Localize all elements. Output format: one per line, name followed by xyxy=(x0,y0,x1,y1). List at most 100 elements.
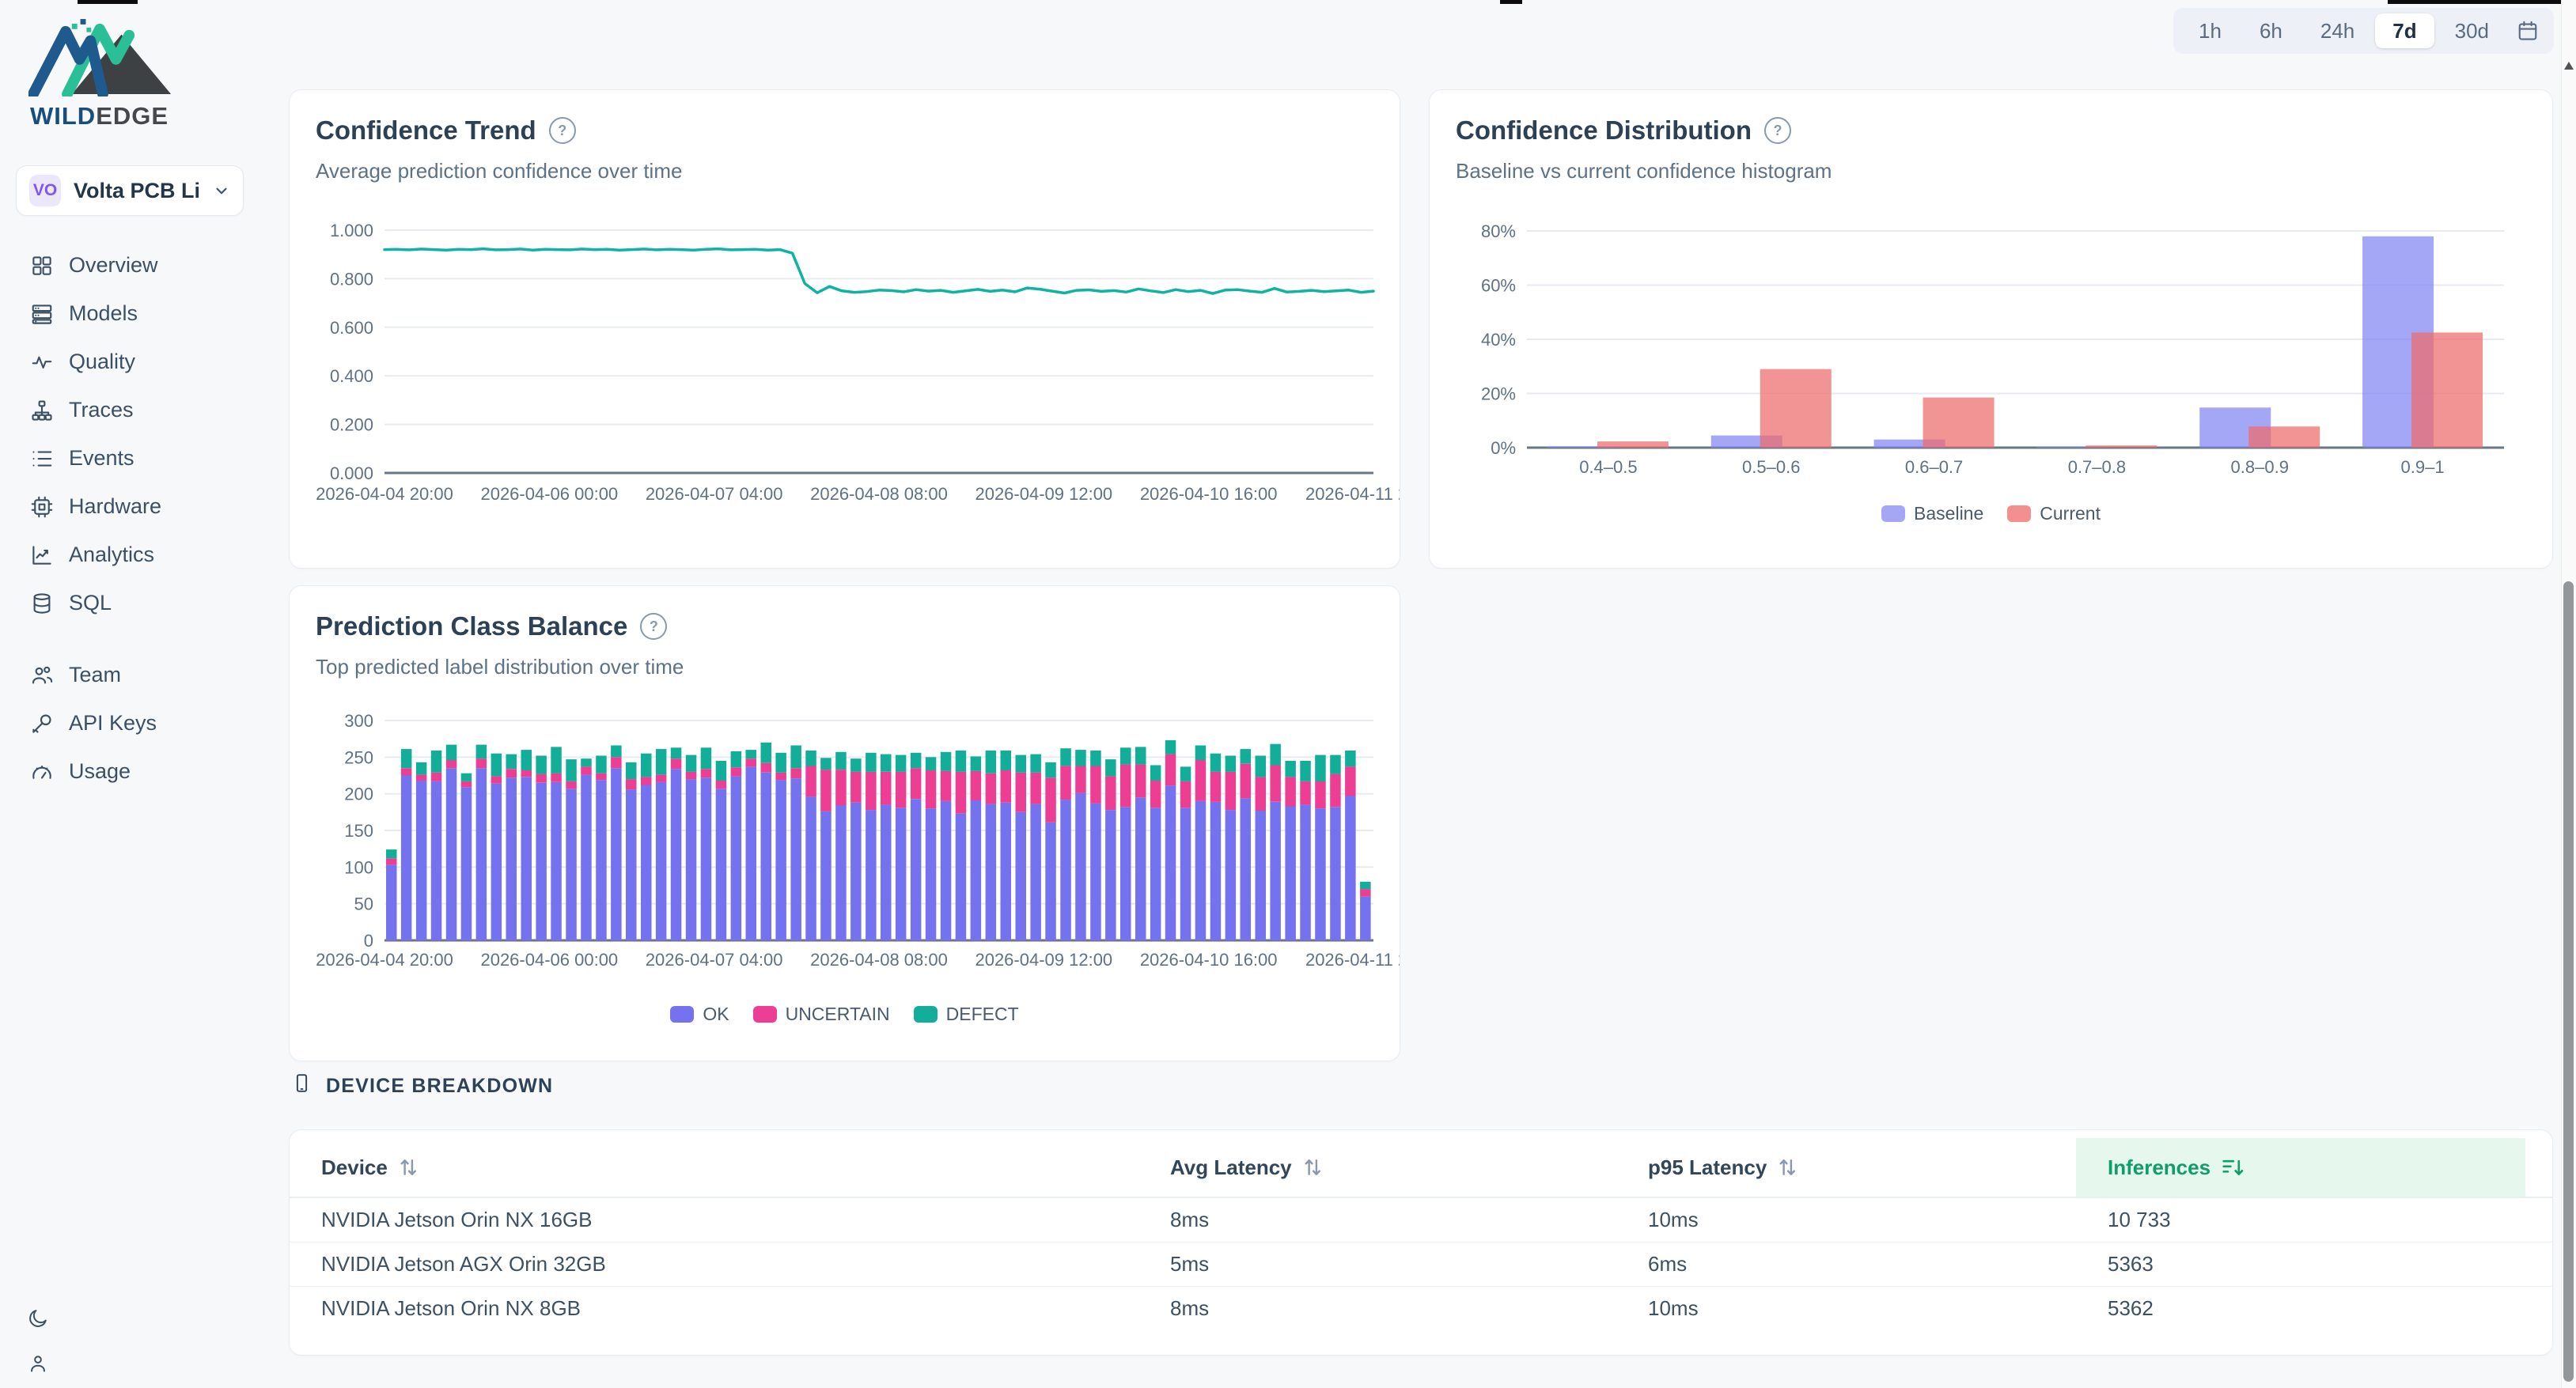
legend-label: UNCERTAIN xyxy=(786,1004,890,1025)
y-axis-tick: 0% xyxy=(1491,438,1516,458)
column-header-inferences[interactable]: Inferences xyxy=(2076,1138,2525,1197)
help-icon[interactable]: ? xyxy=(1764,117,1791,144)
brand-logo: WILDEDGE xyxy=(28,19,187,130)
x-axis-tick: 0.7–0.8 xyxy=(2068,457,2126,477)
y-axis-tick: 0.800 xyxy=(330,269,373,289)
confidence-trend-line xyxy=(385,249,1373,294)
help-icon[interactable]: ? xyxy=(549,117,576,144)
column-label: Inferences xyxy=(2108,1155,2210,1180)
y-axis-tick: 250 xyxy=(344,747,373,767)
brand-wild: WILD xyxy=(30,102,96,130)
sidebar-item-models[interactable]: Models xyxy=(0,289,263,338)
x-axis-tick: 2026-04-04 20:00 xyxy=(316,484,453,504)
sidebar-item-sql[interactable]: SQL xyxy=(0,579,263,627)
sidebar-item-analytics[interactable]: Analytics xyxy=(0,531,263,579)
tablet-icon xyxy=(291,1072,313,1094)
y-axis-tick: 200 xyxy=(344,785,373,804)
custom-date-range-button[interactable] xyxy=(2510,13,2546,48)
device-name-cell: NVIDIA Jetson AGX Orin 32GB xyxy=(290,1252,1138,1276)
class-balance-legend: OK UNCERTAIN DEFECT xyxy=(290,1004,1400,1025)
value-cell: 5ms xyxy=(1138,1252,1616,1276)
confidence-trend-chart: 1.0000.8000.6000.4000.2000.0002026-04-04… xyxy=(312,209,1376,541)
sidebar-item-events[interactable]: Events xyxy=(0,434,263,482)
x-axis-tick: 2026-04-11 20:00 xyxy=(1305,484,1400,504)
project-selector[interactable]: VO Volta PCB Lines… xyxy=(16,165,244,216)
column-label: p95 Latency xyxy=(1648,1155,1767,1180)
calendar-icon xyxy=(2516,19,2540,43)
legend-item-defect[interactable]: DEFECT xyxy=(914,1004,1019,1025)
y-axis-tick: 80% xyxy=(1481,221,1516,241)
legend-item-uncertain[interactable]: UNCERTAIN xyxy=(753,1004,890,1025)
x-axis-tick: 2026-04-06 00:00 xyxy=(480,484,618,504)
value-cell: 5362 xyxy=(2076,1296,2552,1321)
user-menu-button[interactable] xyxy=(27,1352,49,1377)
sidebar-item-label: Models xyxy=(69,301,138,326)
sidebar-item-api-keys[interactable]: API Keys xyxy=(0,699,263,747)
sidebar-item-hardware[interactable]: Hardware xyxy=(0,482,263,531)
dark-mode-toggle[interactable] xyxy=(27,1307,49,1332)
column-header-avg-latency[interactable]: Avg Latency xyxy=(1138,1138,1616,1197)
y-axis-tick: 0 xyxy=(364,931,373,951)
value-cell: 10ms xyxy=(1616,1296,2076,1321)
confidence-distribution-card: Confidence Distribution? Baseline vs cur… xyxy=(1429,89,2553,569)
time-range-1h[interactable]: 1h xyxy=(2181,13,2239,48)
sidebar-item-team[interactable]: Team xyxy=(0,651,263,699)
sidebar-item-traces[interactable]: Traces xyxy=(0,386,263,434)
value-cell: 8ms xyxy=(1138,1296,1616,1321)
legend-item-current[interactable]: Current xyxy=(2007,503,2101,524)
table-header-row: Device Avg Latency p95 Latency Inferences xyxy=(290,1138,2552,1198)
time-range-30d[interactable]: 30d xyxy=(2438,13,2506,48)
sort-icon xyxy=(1302,1156,1323,1178)
ok-bars xyxy=(386,766,1371,940)
sidebar-item-label: Analytics xyxy=(69,543,154,567)
device-breakdown-table: Device Avg Latency p95 Latency Inferences NV… xyxy=(290,1138,2552,1330)
sidebar-item-usage[interactable]: Usage xyxy=(0,747,263,796)
x-axis-tick: 2026-04-08 08:00 xyxy=(810,950,948,970)
value-cell: 6ms xyxy=(1616,1252,2076,1276)
sidebar-item-quality[interactable]: Quality xyxy=(0,338,263,386)
y-axis-tick: 0.400 xyxy=(330,366,373,386)
time-range-7d[interactable]: 7d xyxy=(2375,13,2434,48)
scrollbar[interactable] xyxy=(2561,0,2576,1388)
column-label: Device xyxy=(321,1155,388,1180)
x-axis-tick: 2026-04-07 04:00 xyxy=(646,950,783,970)
confidence-distribution-legend: Baseline Current xyxy=(1430,503,2552,524)
x-axis-tick: 2026-04-10 16:00 xyxy=(1140,484,1278,504)
help-icon[interactable]: ? xyxy=(640,613,667,640)
x-axis-tick: 0.6–0.7 xyxy=(1905,457,1963,477)
device-name-cell: NVIDIA Jetson Orin NX 16GB xyxy=(290,1208,1138,1232)
column-header-p95-latency[interactable]: p95 Latency xyxy=(1616,1138,2076,1197)
x-axis-tick: 2026-04-09 12:00 xyxy=(975,950,1112,970)
sidebar-item-overview[interactable]: Overview xyxy=(0,241,263,289)
legend-swatch xyxy=(670,1006,694,1023)
device-breakdown-label: DEVICE BREAKDOWN xyxy=(326,1075,553,1098)
y-axis-tick: 300 xyxy=(344,711,373,731)
scrollbar-thumb[interactable] xyxy=(2563,581,2574,1382)
y-axis-tick: 1.000 xyxy=(330,221,373,240)
y-axis-tick: 150 xyxy=(344,821,373,841)
class-balance-chart: 3002502001501005002026-04-04 20:002026-0… xyxy=(312,705,1376,989)
legend-item-ok[interactable]: OK xyxy=(670,1004,729,1025)
class-balance-subtitle: Top predicted label distribution over ti… xyxy=(316,655,1400,679)
confidence-trend-card: Confidence Trend? Average prediction con… xyxy=(289,89,1400,569)
window-chrome-artifact xyxy=(1500,0,1522,4)
table-row: NVIDIA Jetson AGX Orin 32GB5ms6ms5363 xyxy=(290,1242,2552,1287)
table-row: NVIDIA Jetson Orin NX 8GB8ms10ms5362 xyxy=(290,1287,2552,1330)
column-header-device[interactable]: Device xyxy=(290,1138,1138,1197)
server-icon xyxy=(30,302,54,326)
legend-swatch xyxy=(753,1006,777,1023)
brand-edge: EDGE xyxy=(96,102,169,130)
sidebar-item-label: Team xyxy=(69,663,121,687)
x-axis-tick: 2026-04-10 16:00 xyxy=(1140,950,1278,970)
time-range-6h[interactable]: 6h xyxy=(2242,13,2300,48)
moon-icon xyxy=(27,1307,49,1329)
sidebar-item-label: SQL xyxy=(69,591,112,615)
x-axis-tick: 2026-04-06 00:00 xyxy=(480,950,618,970)
legend-item-baseline[interactable]: Baseline xyxy=(1881,503,1983,524)
chart-icon xyxy=(30,543,54,567)
value-cell: 8ms xyxy=(1138,1208,1616,1232)
project-avatar: VO xyxy=(29,175,61,206)
sidebar: WILDEDGE VO Volta PCB Lines… Overview Mod… xyxy=(0,0,263,1388)
scroll-up-arrow[interactable] xyxy=(2564,62,2574,70)
time-range-24h[interactable]: 24h xyxy=(2303,13,2372,48)
